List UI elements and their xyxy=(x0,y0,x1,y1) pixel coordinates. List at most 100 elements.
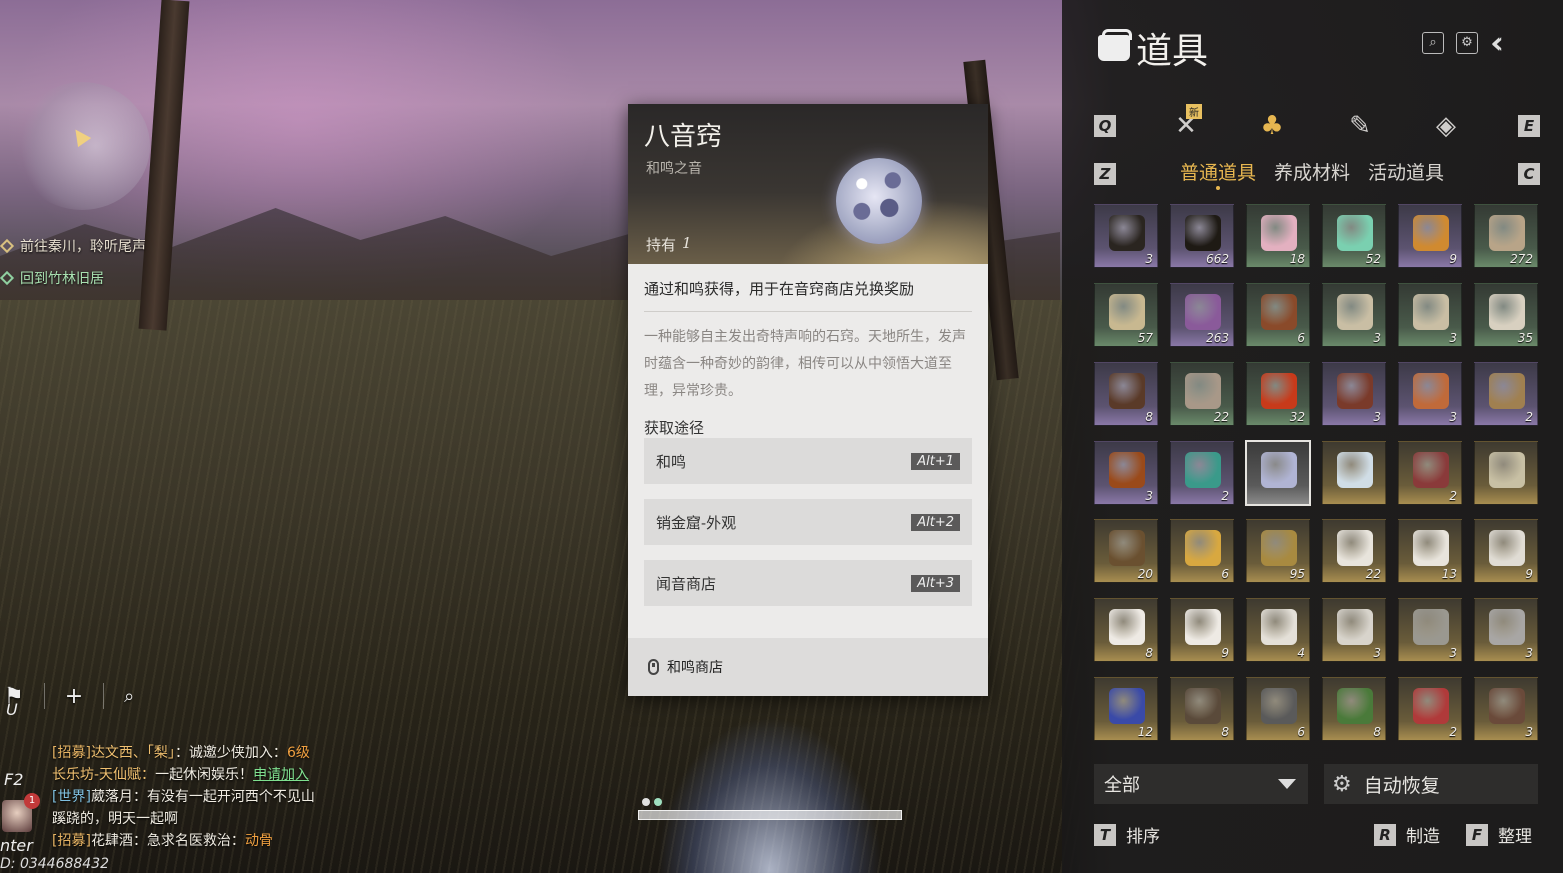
item-bag-icon[interactable]: ♣ xyxy=(1254,108,1290,144)
hotkey-e[interactable]: E xyxy=(1518,115,1540,137)
quest-tracker-item[interactable]: 回到竹林旧居 xyxy=(0,268,104,288)
item-slot[interactable]: 6 xyxy=(1170,519,1234,584)
inventory-title: 道具 xyxy=(1098,22,1208,74)
item-slot[interactable]: 3 xyxy=(1322,598,1386,663)
item-slot[interactable]: 52 xyxy=(1322,204,1386,268)
source-option[interactable]: 销金窟-外观 Alt+2 xyxy=(644,499,972,545)
item-slot[interactable]: 18 xyxy=(1246,204,1310,268)
item-quantity: 95 xyxy=(1289,567,1305,582)
item-quantity: 35 xyxy=(1517,330,1533,345)
chat-sender[interactable]: 达文西、「梨」 xyxy=(91,745,175,761)
shop-action[interactable]: 和鸣商店 xyxy=(628,638,988,696)
item-slot[interactable]: 22 xyxy=(1322,519,1386,584)
item-slot[interactable]: 3 xyxy=(1094,204,1158,268)
item-slot[interactable]: 3 xyxy=(1322,282,1386,347)
item-slot[interactable] xyxy=(1245,439,1311,506)
item-slot[interactable]: 13 xyxy=(1398,519,1462,584)
item-slot[interactable]: 263 xyxy=(1170,282,1234,347)
item-quantity: 9 xyxy=(1221,646,1229,661)
back-arrow-icon[interactable]: ‹‹ xyxy=(1490,26,1504,61)
hotkey-z[interactable]: Z xyxy=(1094,163,1116,185)
item-icon xyxy=(1109,688,1145,725)
item-slot[interactable]: 272 xyxy=(1474,204,1538,268)
apply-join-link[interactable]: 申请加入 xyxy=(253,767,309,783)
item-quantity: 9 xyxy=(1525,567,1533,582)
subtab-bar: 普通道具 养成材料 活动道具 xyxy=(1180,158,1444,190)
item-slot[interactable]: 8 xyxy=(1094,361,1158,426)
search-icon[interactable]: ⌕ xyxy=(1422,32,1444,54)
item-slot[interactable]: 22 xyxy=(1170,361,1234,426)
hotkey-c[interactable]: C xyxy=(1518,163,1540,185)
organize-button[interactable]: F 整理 xyxy=(1466,822,1532,847)
item-icon xyxy=(1337,293,1373,330)
item-quantity: 22 xyxy=(1213,409,1229,424)
item-icon xyxy=(1489,609,1525,646)
hotkey-f2: F2 xyxy=(4,770,24,789)
quest-tracker-item[interactable]: 前往秦川，聆听尾声 xyxy=(0,236,146,256)
item-slot[interactable] xyxy=(1322,440,1386,505)
settings-icon[interactable]: ⚙ xyxy=(1456,32,1478,54)
minimap[interactable] xyxy=(14,82,150,210)
chat-sender[interactable]: 葳落月 xyxy=(91,789,133,805)
item-slot[interactable]: 8 xyxy=(1170,677,1234,742)
item-slot[interactable]: 2 xyxy=(1474,361,1538,426)
item-slot[interactable]: 3 xyxy=(1398,282,1462,347)
source-label: 销金窟-外观 xyxy=(656,513,737,532)
hotkey-q[interactable]: Q xyxy=(1094,115,1116,137)
scroll-icon[interactable]: ✎ xyxy=(1342,108,1378,144)
filter-dropdown[interactable]: 全部 xyxy=(1094,764,1308,804)
item-slot[interactable]: 32 xyxy=(1246,361,1310,426)
item-slot[interactable]: 662 xyxy=(1170,204,1234,268)
chat-message: [世界]葳落月：有没有一起开河西个不见山 xyxy=(52,786,382,808)
tab-materials[interactable]: 养成材料 xyxy=(1274,158,1350,185)
item-slot[interactable]: 9 xyxy=(1474,519,1538,584)
search-icon[interactable]: ⌕ xyxy=(124,686,134,707)
item-slot[interactable]: 6 xyxy=(1246,282,1310,347)
item-slot[interactable]: 4 xyxy=(1246,598,1310,663)
sort-button[interactable]: T 排序 xyxy=(1094,822,1160,847)
hotkey-r: R xyxy=(1374,823,1396,846)
item-slot[interactable] xyxy=(1474,440,1538,505)
mouse-icon xyxy=(648,659,659,675)
tab-event-items[interactable]: 活动道具 xyxy=(1368,158,1444,185)
auto-restore-button[interactable]: ⚙ 自动恢复 xyxy=(1324,764,1538,804)
item-slot[interactable]: 2 xyxy=(1398,677,1462,742)
item-quantity: 263 xyxy=(1206,330,1229,345)
item-slot[interactable]: 8 xyxy=(1094,598,1158,663)
item-slot[interactable]: 35 xyxy=(1474,282,1538,347)
item-slot[interactable]: 3 xyxy=(1398,598,1462,663)
player-uid: D: 0344688432 xyxy=(0,856,110,872)
source-option[interactable]: 和鸣 Alt+1 xyxy=(644,438,972,484)
item-slot[interactable]: 2 xyxy=(1170,440,1234,505)
item-icon xyxy=(1261,530,1297,567)
item-slot[interactable]: 6 xyxy=(1246,677,1310,742)
item-slot[interactable]: 9 xyxy=(1398,204,1462,268)
item-slot[interactable]: 12 xyxy=(1094,677,1158,742)
item-slot[interactable]: 20 xyxy=(1094,519,1158,584)
item-slot[interactable]: 3 xyxy=(1398,361,1462,426)
item-slot[interactable]: 57 xyxy=(1094,282,1158,347)
item-slot[interactable]: 8 xyxy=(1322,677,1386,742)
token-icon[interactable]: ◈ xyxy=(1428,108,1464,144)
tab-common-items[interactable]: 普通道具 xyxy=(1180,158,1256,190)
item-slot[interactable]: 9 xyxy=(1170,598,1234,663)
item-lore: 一种能够自主发出奇特声响的石窍。天地所生，发声时蕴含一种奇妙的韵律，相传可以从中… xyxy=(644,329,966,399)
item-slot[interactable]: 95 xyxy=(1246,519,1310,584)
source-option[interactable]: 闻音商店 Alt+3 xyxy=(644,560,972,606)
chat-sender[interactable]: 花肆酒 xyxy=(91,833,133,849)
item-icon xyxy=(1489,688,1525,725)
item-icon xyxy=(1185,609,1221,646)
craft-button[interactable]: R 制造 xyxy=(1374,822,1440,847)
item-slot[interactable]: 3 xyxy=(1094,440,1158,505)
chat-sender[interactable]: 长乐坊-天仙赋： xyxy=(52,767,155,783)
item-quantity: 3 xyxy=(1449,409,1457,424)
chat-log[interactable]: [招募]达文西、「梨」：诚邀少侠加入：6级 长乐坊-天仙赋：一起休闲娱乐！申请加… xyxy=(52,742,382,852)
item-slot[interactable]: 2 xyxy=(1398,440,1462,505)
divider xyxy=(103,683,105,709)
chat-message: 长乐坊-天仙赋：一起休闲娱乐！申请加入 xyxy=(52,764,382,786)
item-slot[interactable]: 3 xyxy=(1474,677,1538,742)
item-slot[interactable]: 3 xyxy=(1474,598,1538,663)
item-icon xyxy=(1185,530,1221,567)
add-icon[interactable]: + xyxy=(65,684,83,709)
item-slot[interactable]: 3 xyxy=(1322,361,1386,426)
